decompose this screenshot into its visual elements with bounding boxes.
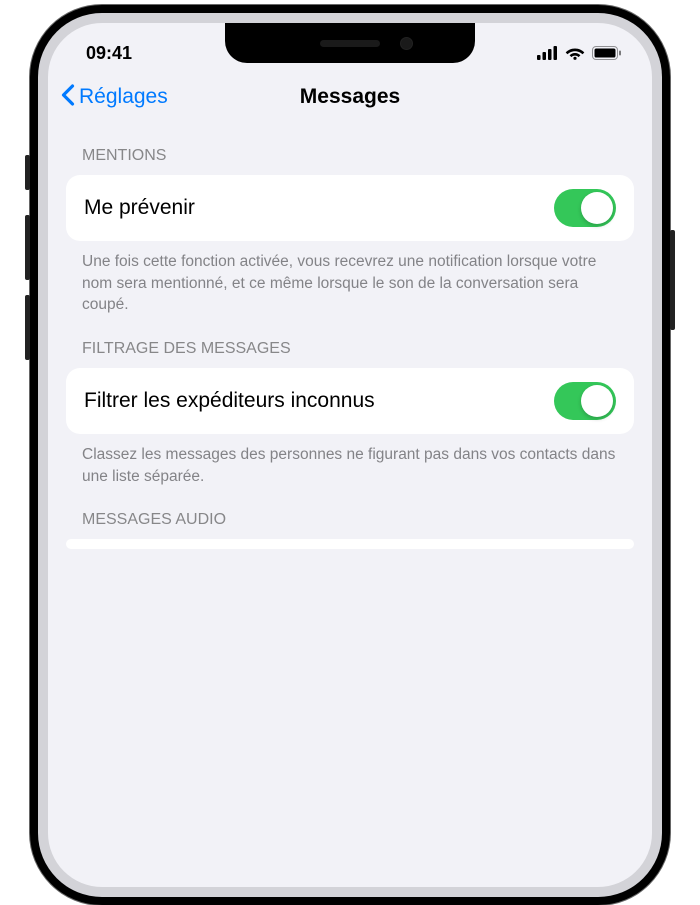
navigation-bar: Réglages Messages [48, 71, 652, 123]
status-icons [537, 46, 622, 60]
section-footer-mentions: Une fois cette fonction activée, vous re… [48, 241, 652, 316]
volume-down-button [25, 295, 30, 360]
battery-icon [592, 46, 622, 60]
row-audio-partial[interactable] [66, 539, 634, 549]
power-button [670, 230, 675, 330]
section-header-filtering: FILTRAGE DES MESSAGES [48, 316, 652, 368]
screen: 09:41 [48, 23, 652, 887]
section-header-mentions: MENTIONS [48, 131, 652, 175]
front-camera [400, 37, 413, 50]
device-frame: 09:41 [30, 5, 670, 905]
speaker-grille [320, 40, 380, 47]
row-notify-me[interactable]: Me prévenir [66, 175, 634, 241]
toggle-knob [581, 192, 613, 224]
mute-switch [25, 155, 30, 190]
toggle-filter-unknown[interactable] [554, 382, 616, 420]
section-header-audio: MESSAGES AUDIO [48, 487, 652, 539]
status-time: 09:41 [86, 43, 132, 64]
back-button[interactable]: Réglages [60, 83, 168, 111]
wifi-icon [565, 46, 585, 60]
back-label: Réglages [79, 85, 168, 109]
toggle-notify-me[interactable] [554, 189, 616, 227]
toggle-knob [581, 385, 613, 417]
page-title: Messages [300, 85, 400, 109]
volume-up-button [25, 215, 30, 280]
row-filter-unknown[interactable]: Filtrer les expéditeurs inconnus [66, 368, 634, 434]
row-label: Filtrer les expéditeurs inconnus [84, 389, 375, 413]
settings-content[interactable]: MENTIONS Me prévenir Une fois cette fonc… [48, 123, 652, 549]
section-footer-filtering: Classez les messages des personnes ne fi… [48, 434, 652, 487]
row-label: Me prévenir [84, 196, 195, 220]
device-bezel: 09:41 [38, 13, 662, 897]
chevron-left-icon [60, 83, 75, 111]
cellular-signal-icon [537, 46, 558, 60]
notch [225, 23, 475, 63]
